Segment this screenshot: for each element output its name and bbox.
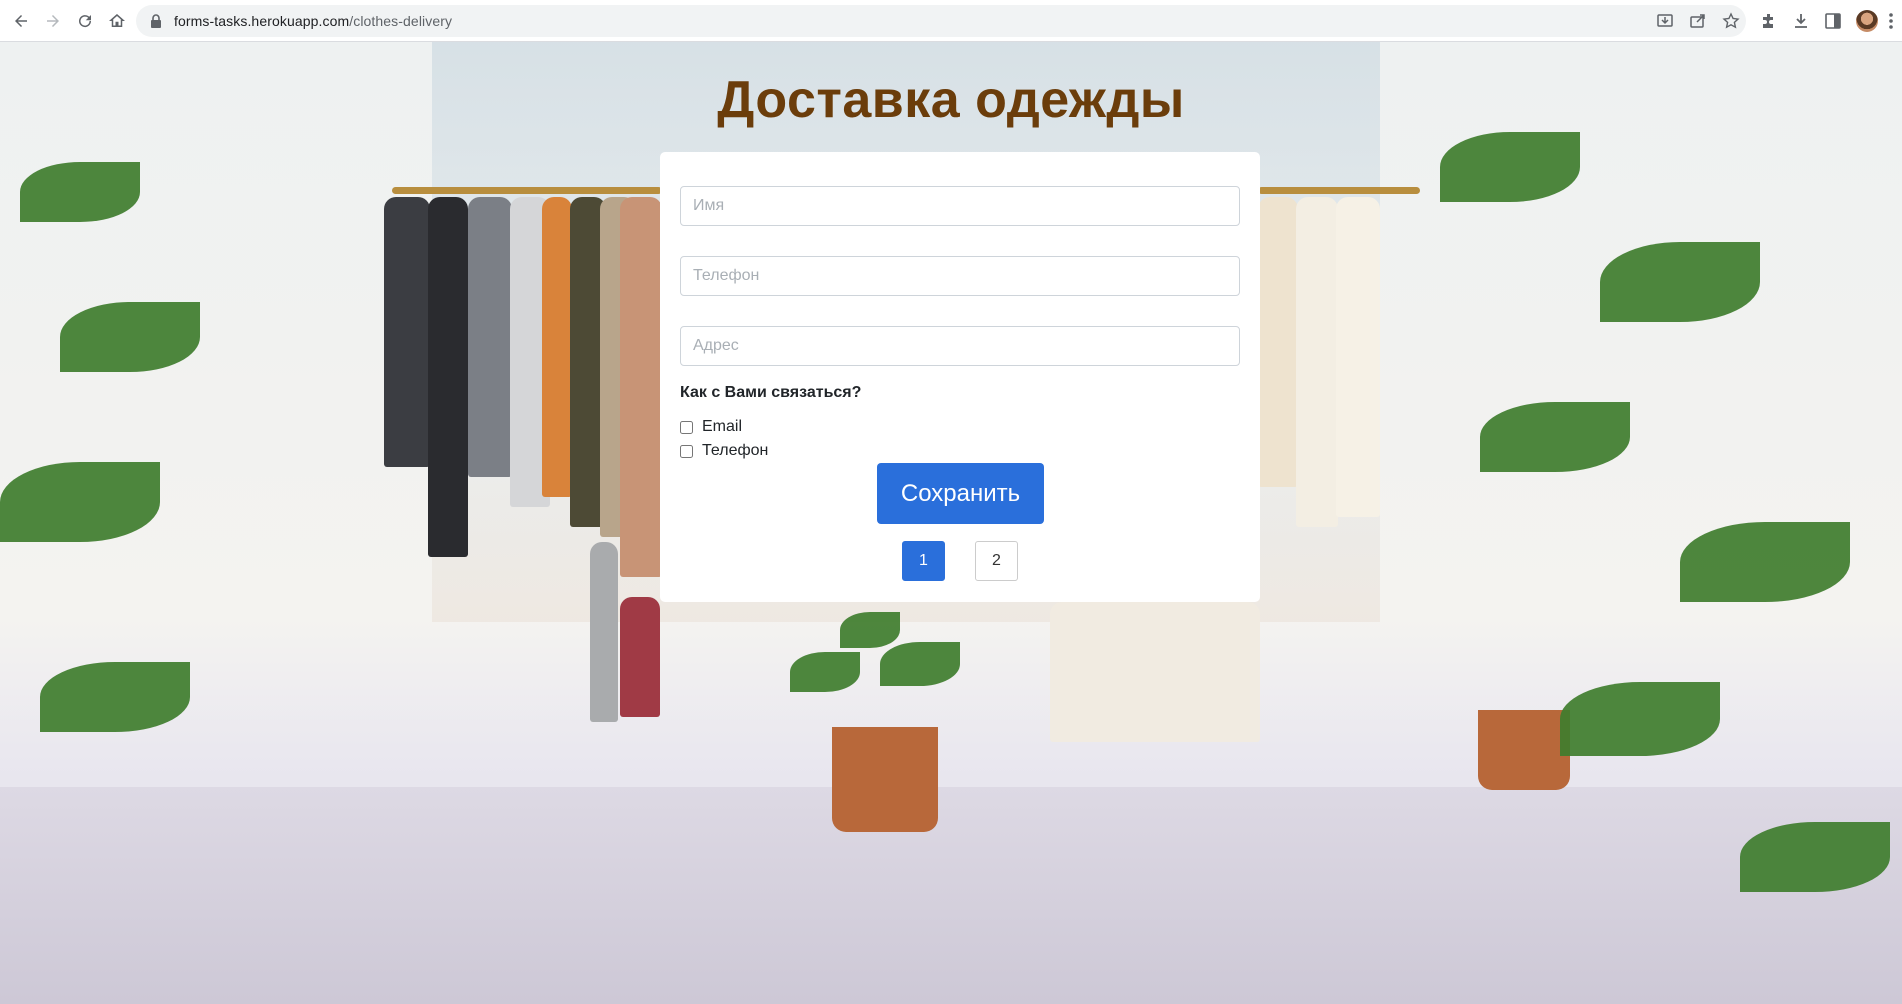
reload-button[interactable] [73,9,97,33]
side-panel-icon[interactable] [1823,11,1843,31]
menu-dots-icon[interactable] [1888,12,1894,30]
star-icon[interactable] [1722,12,1740,30]
reload-icon [79,15,92,28]
arrow-left-icon [15,15,27,27]
name-input[interactable] [680,186,1240,226]
phone-checkbox[interactable] [680,444,693,458]
home-icon [109,14,125,27]
back-button[interactable] [9,9,33,33]
contact-method-label: Как с Вами связаться? [680,384,862,401]
home-button[interactable] [105,9,129,33]
extensions-icon[interactable] [1759,11,1779,31]
forward-button[interactable] [41,9,65,33]
page-title: Доставка одежды [717,71,1185,129]
address-bar[interactable]: forms-tasks.herokuapp.com/clothes-delive… [136,5,1746,37]
page-viewport: Доставка одежды Как с Вами связаться? Em… [0,42,1902,1004]
contact-option-phone[interactable]: Телефон [680,442,768,460]
email-option-label: Email [702,418,743,435]
install-app-icon[interactable] [1656,12,1674,30]
profile-avatar[interactable] [1856,10,1878,32]
email-checkbox[interactable] [680,420,693,434]
phone-option-label: Телефон [702,442,769,459]
pagination-page-1[interactable]: 1 [902,541,945,581]
url-text: forms-tasks.herokuapp.com/clothes-delive… [174,13,453,29]
share-icon[interactable] [1689,12,1707,30]
save-button[interactable]: Сохранить [877,463,1044,524]
contact-option-email[interactable]: Email [680,418,742,436]
download-icon[interactable] [1791,11,1811,31]
phone-input[interactable] [680,256,1240,296]
arrow-right-icon [47,15,59,27]
browser-toolbar: forms-tasks.herokuapp.com/clothes-delive… [0,0,1902,42]
delivery-form: Как с Вами связаться? Email Телефон Сохр… [660,152,1260,602]
lock-icon [151,14,161,28]
address-input[interactable] [680,326,1240,366]
pagination-page-2[interactable]: 2 [975,541,1018,581]
